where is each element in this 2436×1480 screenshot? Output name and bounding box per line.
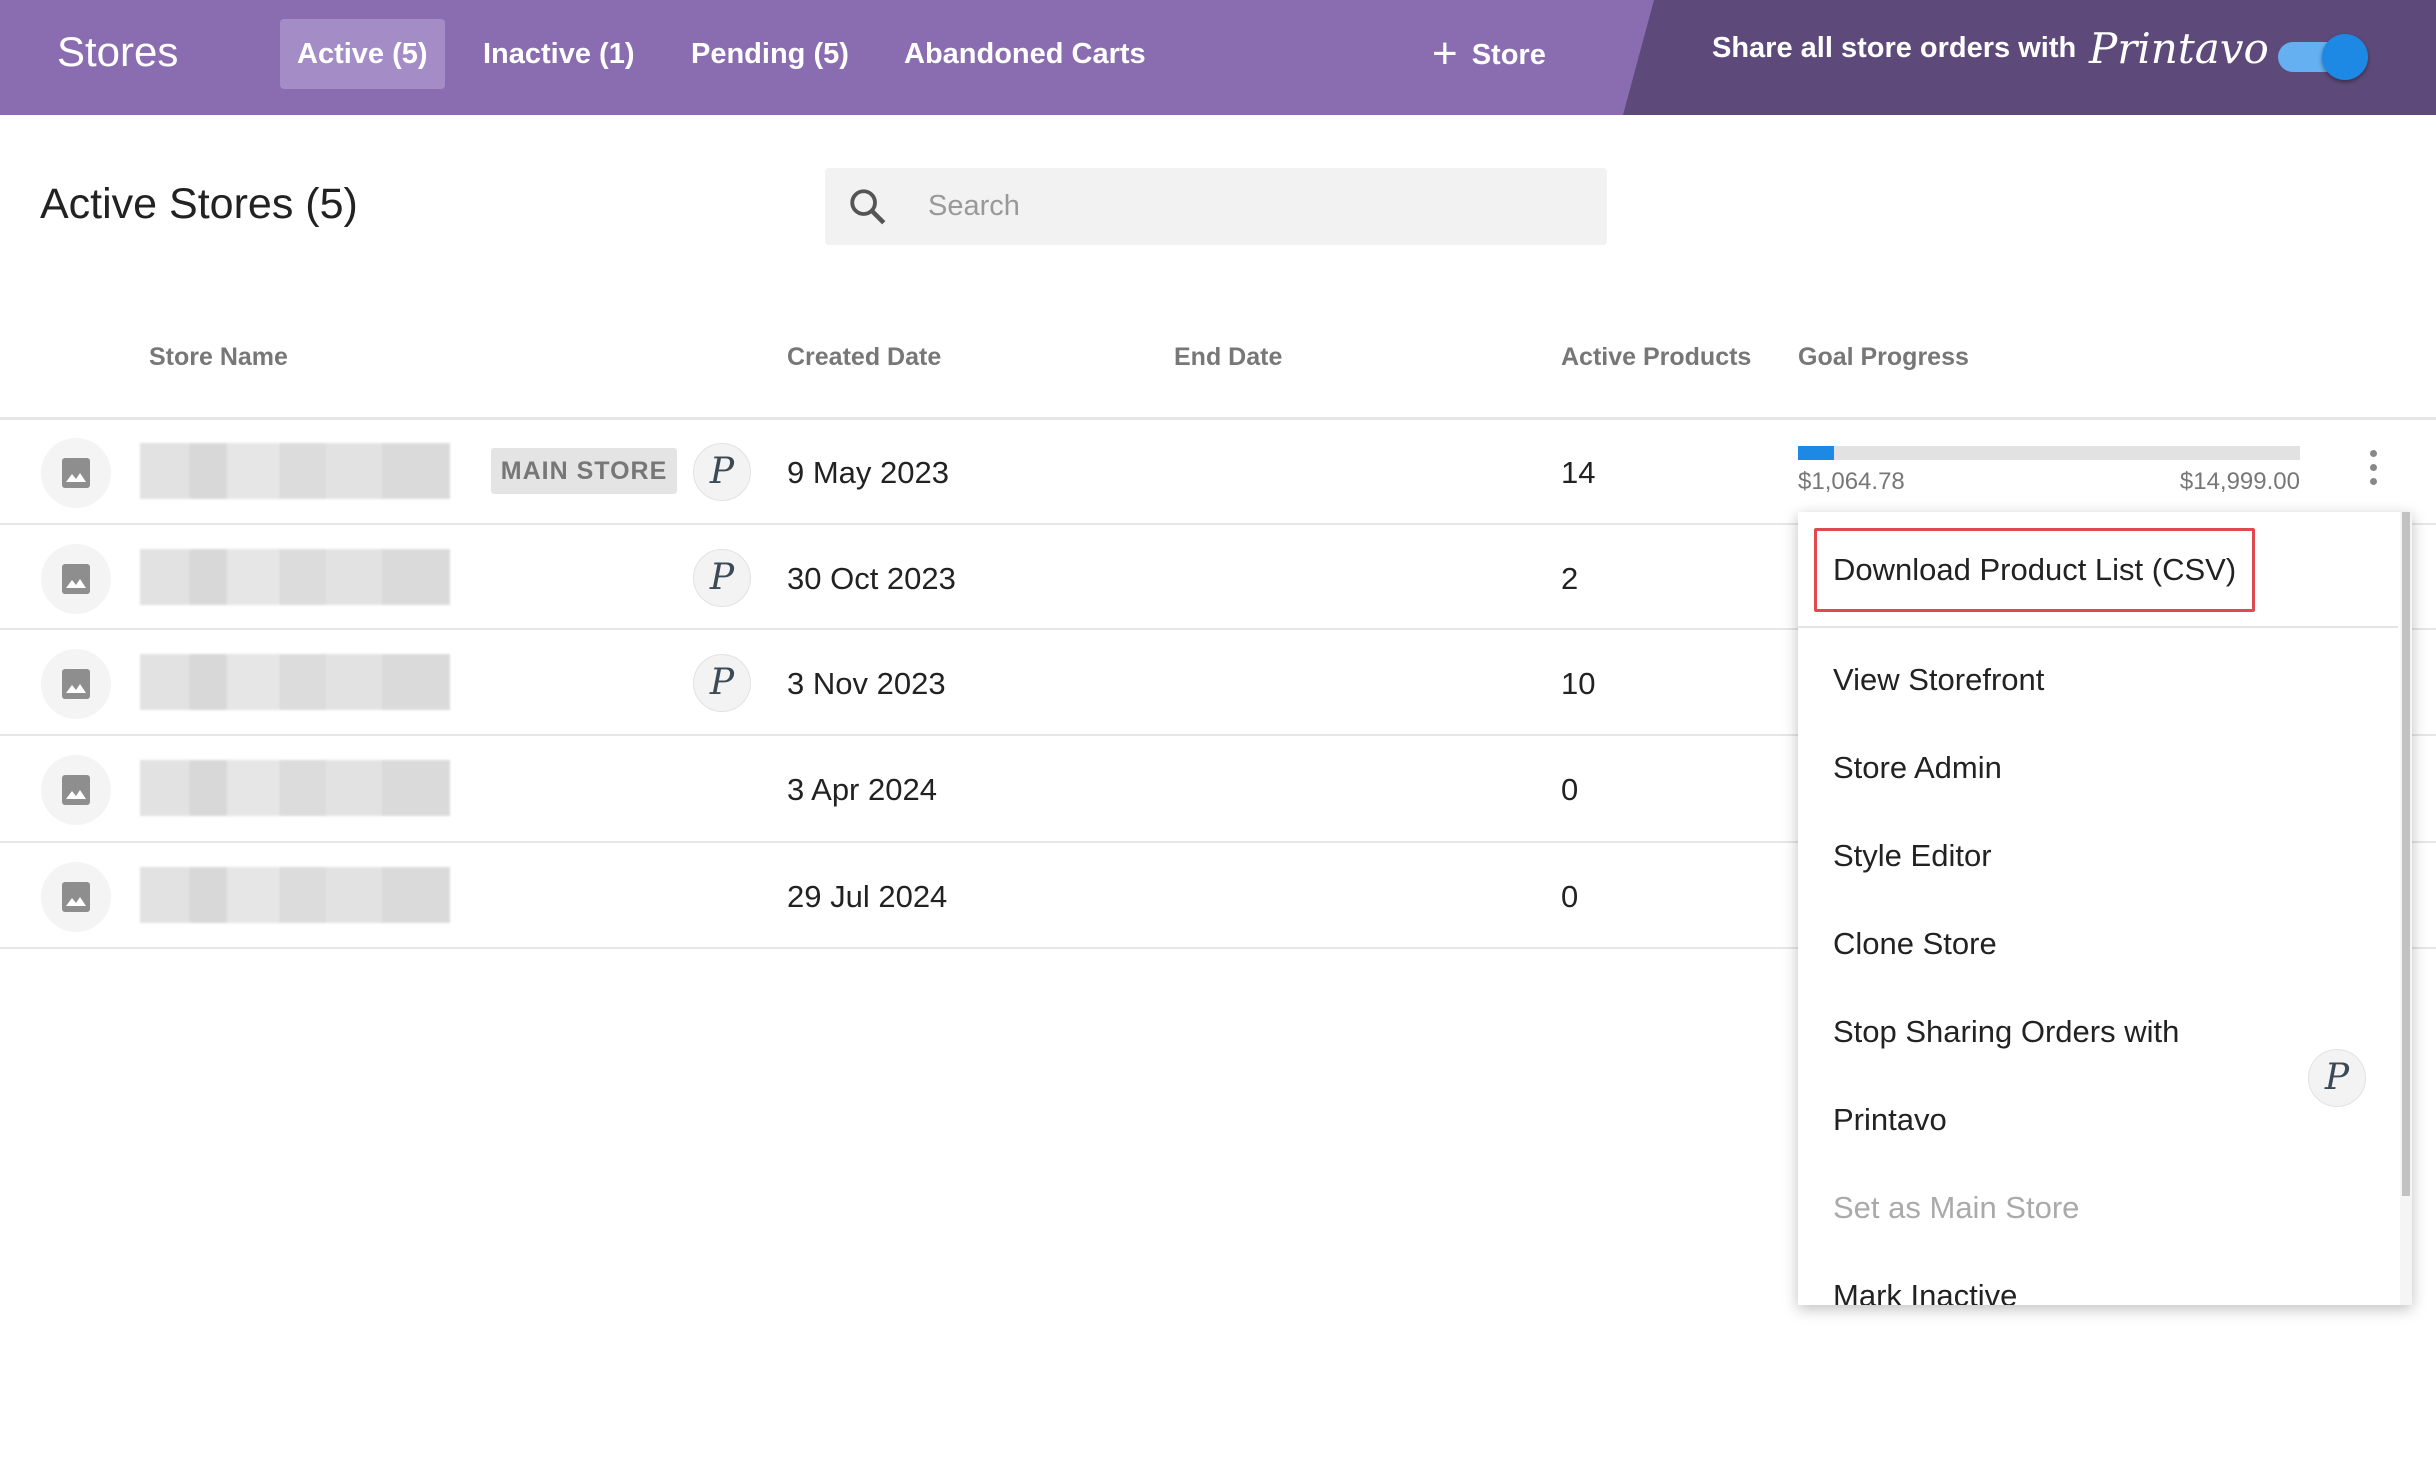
created-date: 3 Apr 2024 <box>787 772 937 807</box>
created-date: 3 Nov 2023 <box>787 666 946 701</box>
search-box[interactable] <box>825 168 1607 245</box>
app-title: Stores <box>57 28 179 75</box>
printavo-icon: P <box>2308 1049 2366 1107</box>
menu-item-view-storefront[interactable]: View Storefront <box>1833 662 2044 698</box>
store-name-redacted[interactable] <box>140 443 450 499</box>
created-date: 9 May 2023 <box>787 455 949 490</box>
goal-target: $14,999.00 <box>2179 468 2300 495</box>
printavo-icon: P <box>693 443 751 501</box>
store-name-redacted[interactable] <box>140 654 450 710</box>
menu-item-download-csv[interactable]: Download Product List (CSV) <box>1814 528 2255 612</box>
menu-item-style-editor[interactable]: Style Editor <box>1833 838 1992 874</box>
tab-active[interactable]: Active (5) <box>280 19 445 89</box>
toggle-knob <box>2322 34 2368 80</box>
goal-progress-fill <box>1798 446 1834 460</box>
active-products: 0 <box>1561 879 1579 914</box>
printavo-icon: P <box>693 654 751 712</box>
menu-item-store-admin[interactable]: Store Admin <box>1833 750 2002 786</box>
table-row[interactable]: MAIN STORE P 9 May 2023 14 <box>0 419 2436 525</box>
printavo-icon: P <box>693 549 751 607</box>
menu-item-set-main-store: Set as Main Store <box>1833 1190 2080 1225</box>
menu-scrollbar-thumb[interactable] <box>2402 512 2410 1196</box>
active-products: 2 <box>1561 561 1579 596</box>
menu-item-stop-sharing-cont[interactable]: Printavo <box>1833 1102 1947 1138</box>
store-image-icon <box>41 862 111 932</box>
plus-icon: + <box>1432 29 1458 78</box>
col-active-products[interactable]: Active Products <box>1561 343 1751 372</box>
store-name-redacted[interactable] <box>140 867 450 923</box>
menu-scrollbar[interactable] <box>2400 512 2412 1305</box>
store-image-icon <box>41 755 111 825</box>
menu-divider <box>1798 626 2398 628</box>
store-name-redacted[interactable] <box>140 549 450 605</box>
add-store-button[interactable]: + Store <box>1432 19 1546 89</box>
active-products: 14 <box>1561 455 1596 490</box>
tab-pending[interactable]: Pending (5) <box>674 19 866 89</box>
store-image-icon <box>41 649 111 719</box>
search-input[interactable] <box>928 168 1588 245</box>
active-products: 10 <box>1561 666 1596 701</box>
created-date: 30 Oct 2023 <box>787 561 956 596</box>
store-name-redacted[interactable] <box>140 760 450 816</box>
menu-item-mark-inactive[interactable]: Mark Inactive <box>1833 1278 2017 1305</box>
tab-inactive[interactable]: Inactive (1) <box>466 19 652 89</box>
col-end-date[interactable]: End Date <box>1174 343 1282 372</box>
row-actions-menu: Download Product List (CSV) View Storefr… <box>1798 512 2412 1305</box>
active-products: 0 <box>1561 772 1579 807</box>
more-options-icon[interactable] <box>2363 450 2383 494</box>
col-created-date[interactable]: Created Date <box>787 343 941 372</box>
goal-progress-bar <box>1798 446 2300 460</box>
goal-current: $1,064.78 <box>1798 468 1905 495</box>
store-image-icon <box>41 438 111 508</box>
col-goal-progress[interactable]: Goal Progress <box>1798 343 1969 372</box>
main-store-badge: MAIN STORE <box>491 448 677 494</box>
page-title: Active Stores (5) <box>40 180 358 228</box>
tab-abandoned-carts[interactable]: Abandoned Carts <box>887 19 1163 89</box>
menu-item-clone-store[interactable]: Clone Store <box>1833 926 1997 962</box>
share-toggle[interactable] <box>2278 34 2368 80</box>
store-image-icon <box>41 544 111 614</box>
printavo-logo: Printavo <box>2089 24 2269 73</box>
created-date: 29 Jul 2024 <box>787 879 948 914</box>
menu-item-stop-sharing[interactable]: Stop Sharing Orders with <box>1833 1014 2179 1050</box>
col-store-name[interactable]: Store Name <box>149 343 288 372</box>
share-label: Share all store orders with <box>1712 32 2077 64</box>
add-store-label: Store <box>1471 39 1546 71</box>
search-icon <box>850 189 886 225</box>
